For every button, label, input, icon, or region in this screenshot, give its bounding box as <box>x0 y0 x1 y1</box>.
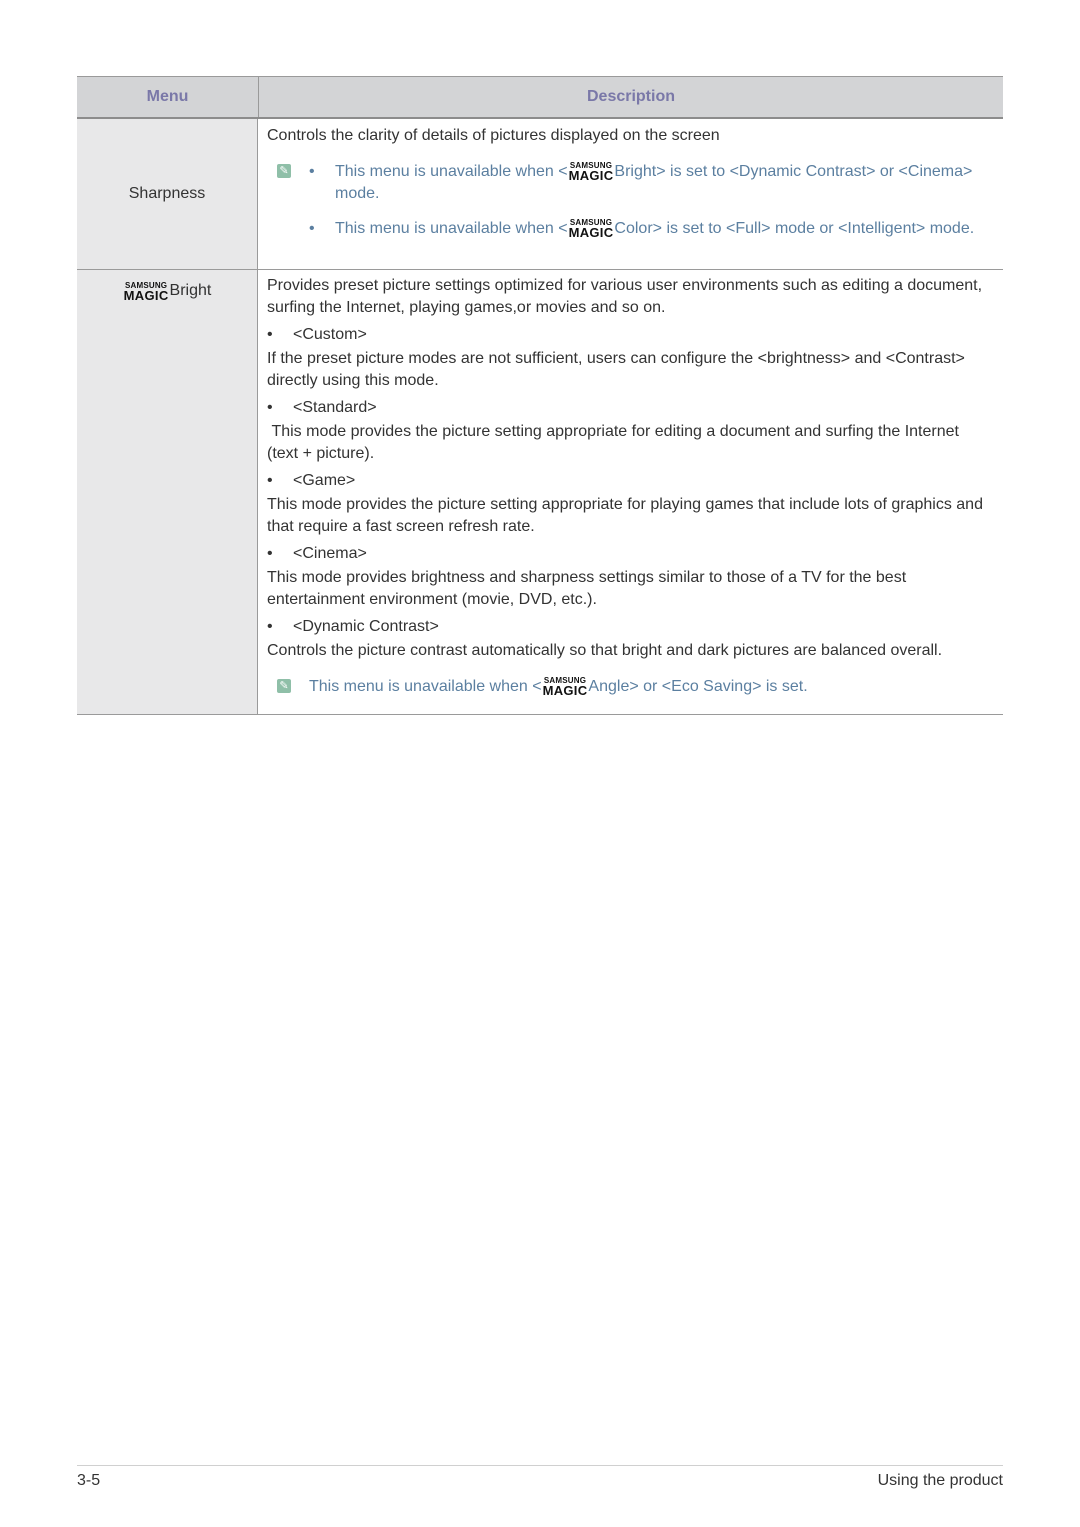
samsung-magic-logo-icon: SAMSUNG MAGIC <box>542 676 588 698</box>
note-text: Color> is set to <Full> mode or <Intelli… <box>614 220 975 237</box>
table-row-magic-bright: SAMSUNG MAGIC Bright Provides preset pictu… <box>77 270 1003 715</box>
mode-text: Controls the picture contrast automatica… <box>267 642 943 659</box>
mode-name: <Cinema> <box>293 545 367 562</box>
menu-sharpness: Sharpness <box>128 185 206 202</box>
mode-item: • <Standard> <box>267 399 377 416</box>
header-description: Description <box>586 88 675 105</box>
note-icon: ✎ <box>277 164 291 178</box>
note-text: This menu is unavailable when < <box>309 678 542 695</box>
mode-item: • <Game> <box>267 472 356 489</box>
header-menu: Menu <box>146 88 189 105</box>
mode-name: <Standard> <box>293 399 377 416</box>
note-text: mode. <box>335 185 380 202</box>
bright-intro: Provides preset picture settings optimiz… <box>267 277 983 316</box>
note-text: Angle> or <Eco Saving> is set. <box>588 678 808 695</box>
sharpness-description: Controls the clarity of details of pictu… <box>267 127 720 144</box>
mode-name: <Custom> <box>293 326 367 343</box>
mode-text: If the preset picture modes are not suff… <box>267 350 965 389</box>
note-icon: ✎ <box>277 679 291 693</box>
mode-name: <Game> <box>293 472 356 489</box>
mode-name: <Dynamic Contrast> <box>293 618 439 635</box>
table-header: Menu Description <box>77 76 1003 119</box>
mode-text: This mode provides the picture setting a… <box>267 496 983 535</box>
note-text: Bright> is set to <Dynamic Contrast> or … <box>614 163 973 180</box>
note-block: ✎ • This menu is unavailable when < SAMSU… <box>267 161 993 240</box>
mode-text: This mode provides the picture setting a… <box>267 423 964 462</box>
table-row-sharpness: Sharpness Controls the clarity of detail… <box>77 119 1003 270</box>
mode-item: • <Cinema> <box>267 545 367 562</box>
samsung-magic-logo-icon: SAMSUNG MAGIC <box>568 161 614 183</box>
samsung-magic-logo-icon: SAMSUNG MAGIC <box>568 218 614 240</box>
mode-item: • <Custom> <box>267 326 367 343</box>
note-text: This menu is unavailable when < <box>335 163 568 180</box>
note-text: This menu is unavailable when < <box>335 220 568 237</box>
bullet: • <box>309 220 315 237</box>
section-title: Using the product <box>877 1472 1003 1489</box>
samsung-magic-logo-icon: SAMSUNG MAGIC <box>123 281 169 303</box>
bullet: • <box>309 163 315 180</box>
mode-item: • <Dynamic Contrast> <box>267 618 439 635</box>
menu-bright: Bright <box>169 282 212 299</box>
menu-description-table: Menu Description Sharpness Controls the … <box>77 76 1003 715</box>
page-number: 3-5 <box>77 1472 101 1489</box>
footer-divider <box>77 1465 1003 1466</box>
note-block: ✎ This menu is unavailable when < SAMSUNG… <box>267 676 993 698</box>
mode-text: This mode provides brightness and sharpn… <box>267 569 907 608</box>
